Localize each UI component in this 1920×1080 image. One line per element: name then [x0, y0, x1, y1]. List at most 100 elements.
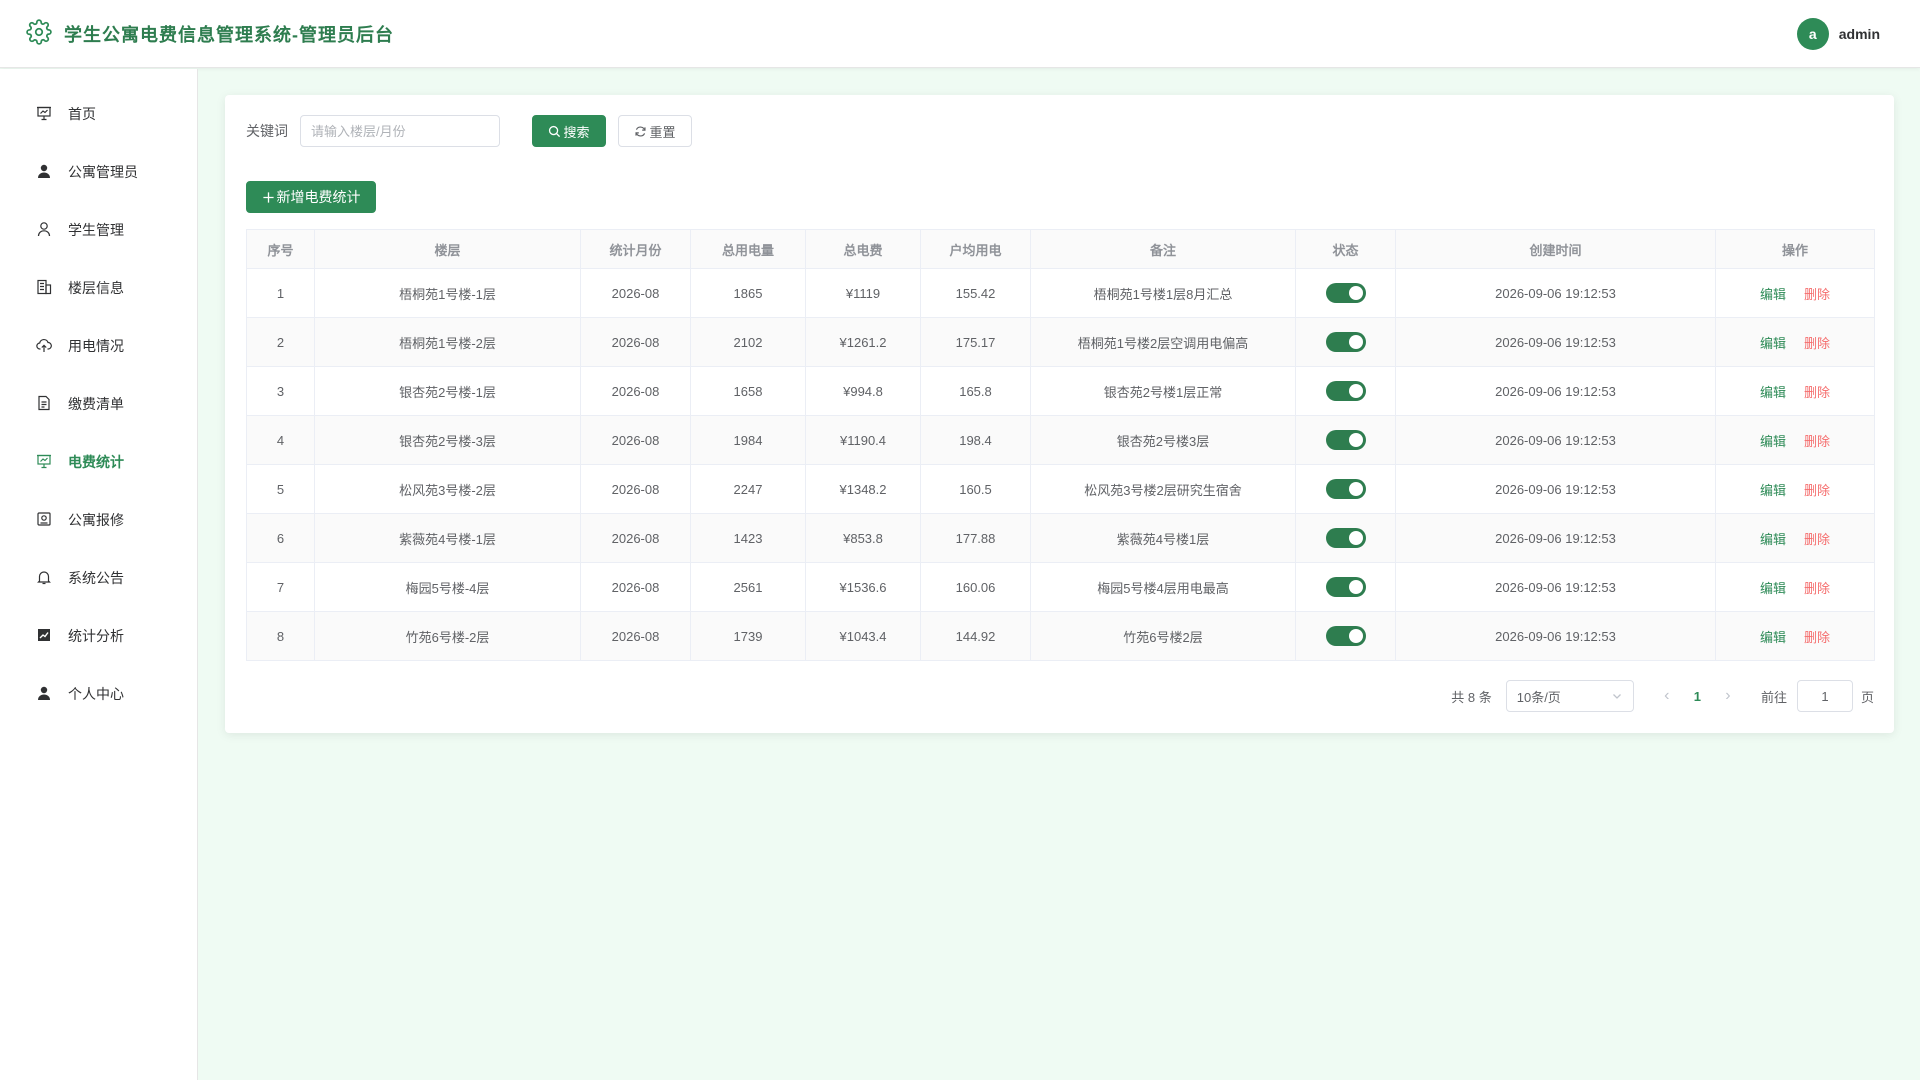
bell-icon: [36, 569, 68, 588]
page-size-select[interactable]: 10条/页: [1505, 680, 1634, 712]
search-button[interactable]: 搜索: [532, 115, 606, 147]
edit-button[interactable]: 编辑: [1760, 532, 1786, 547]
table-cell-actions: 编辑 删除: [1715, 366, 1875, 416]
prev-page-button[interactable]: ‹: [1658, 687, 1676, 705]
sidebar-item-announcements[interactable]: 系统公告: [0, 549, 197, 607]
search-button-label: 搜索: [563, 124, 590, 140]
column-header: 状态: [1295, 229, 1396, 269]
plus-icon: [262, 191, 274, 203]
edit-button[interactable]: 编辑: [1760, 630, 1786, 645]
keyword-search-input[interactable]: [300, 115, 500, 147]
goto-page-input[interactable]: [1796, 680, 1853, 712]
sidebar-item-electricity-usage[interactable]: 用电情况: [0, 317, 197, 375]
table-cell-created: 2026-09-06 19:12:53: [1395, 562, 1716, 612]
table-cell-note: 梅园5号楼4层用电最高: [1030, 562, 1296, 612]
table-cell-status: [1295, 513, 1396, 563]
app-title: 学生公寓电费信息管理系统-管理员后台: [64, 24, 394, 45]
delete-button[interactable]: 删除: [1804, 483, 1830, 498]
column-header: 户均用电: [920, 229, 1031, 269]
sidebar-item-students[interactable]: 学生管理: [0, 201, 197, 259]
status-toggle[interactable]: [1325, 332, 1366, 352]
edit-button[interactable]: 编辑: [1760, 581, 1786, 596]
building-icon: [36, 279, 68, 298]
table-cell-created: 2026-09-06 19:12:53: [1395, 513, 1716, 563]
delete-button[interactable]: 删除: [1804, 336, 1830, 351]
reset-button-label: 重置: [649, 124, 676, 140]
table-cell-note: 梧桐苑1号楼2层空调用电偏高: [1030, 317, 1296, 367]
table-cell-note: 银杏苑2号楼1层正常: [1030, 366, 1296, 416]
table-cell-actions: 编辑 删除: [1715, 562, 1875, 612]
sidebar-item-label: 公寓报修: [68, 512, 124, 528]
sidebar-item-payments[interactable]: 缴费清单: [0, 375, 197, 433]
column-header: 统计月份: [580, 229, 691, 269]
dashboard-icon: [36, 105, 68, 124]
user-menu[interactable]: a admin: [1796, 18, 1880, 50]
edit-button[interactable]: 编辑: [1760, 434, 1786, 449]
table-cell-avg: 198.4: [920, 415, 1031, 465]
avatar[interactable]: a: [1796, 18, 1829, 50]
page-suffix-label: 页: [1860, 689, 1874, 705]
sidebar-item-profile[interactable]: 个人中心: [0, 665, 197, 723]
sidebar-item-home[interactable]: 首页: [0, 85, 197, 143]
table-cell-status: [1295, 464, 1396, 514]
table-cell-fee: ¥1119: [805, 268, 921, 318]
table-cell-floor: 梅园5号楼-4层: [314, 562, 581, 612]
sidebar-item-label: 楼层信息: [68, 280, 124, 296]
sidebar-item-analytics[interactable]: 统计分析: [0, 607, 197, 665]
status-toggle[interactable]: [1325, 626, 1366, 646]
delete-button[interactable]: 删除: [1804, 581, 1830, 596]
edit-button[interactable]: 编辑: [1760, 336, 1786, 351]
delete-button[interactable]: 删除: [1804, 287, 1830, 302]
sidebar-item-label: 统计分析: [68, 628, 124, 644]
page-size-value: 10条/页: [1516, 689, 1561, 705]
table-cell-kwh: 2102: [690, 317, 806, 367]
add-fee-statistic-button[interactable]: 新增电费统计: [246, 181, 376, 213]
sidebar-item-label: 用电情况: [68, 338, 124, 354]
delete-button[interactable]: 删除: [1804, 532, 1830, 547]
status-toggle[interactable]: [1325, 381, 1366, 401]
table-cell-note: 松风苑3号楼2层研究生宿舍: [1030, 464, 1296, 514]
table-cell-status: [1295, 366, 1396, 416]
reset-button[interactable]: 重置: [618, 115, 692, 147]
sidebar-item-apartment-admin[interactable]: 公寓管理员: [0, 143, 197, 201]
table-cell-no: 6: [246, 513, 315, 563]
table-cell-created: 2026-09-06 19:12:53: [1395, 611, 1716, 661]
delete-button[interactable]: 删除: [1804, 434, 1830, 449]
table-cell-created: 2026-09-06 19:12:53: [1395, 268, 1716, 318]
edit-button[interactable]: 编辑: [1760, 483, 1786, 498]
status-toggle[interactable]: [1325, 479, 1366, 499]
table-cell-avg: 160.5: [920, 464, 1031, 514]
table-cell-kwh: 2561: [690, 562, 806, 612]
next-page-button[interactable]: ›: [1719, 687, 1737, 705]
sidebar-item-floors[interactable]: 楼层信息: [0, 259, 197, 317]
table-cell-month: 2026-08: [580, 464, 691, 514]
table-cell-actions: 编辑 删除: [1715, 415, 1875, 465]
edit-button[interactable]: 编辑: [1760, 287, 1786, 302]
sidebar-item-fee-statistics[interactable]: 电费统计: [0, 433, 197, 491]
goto-label: 前往: [1760, 689, 1787, 705]
table-row: 5 松风苑3号楼-2层 2026-08 2247 ¥1348.2 160.5 松风苑3号楼2…: [246, 464, 1875, 514]
status-toggle[interactable]: [1325, 528, 1366, 548]
repair-icon: [36, 511, 68, 530]
table-cell-month: 2026-08: [580, 611, 691, 661]
sidebar-item-repairs[interactable]: 公寓报修: [0, 491, 197, 549]
status-toggle[interactable]: [1325, 283, 1366, 303]
page-number-current[interactable]: 1: [1694, 689, 1701, 704]
delete-button[interactable]: 删除: [1804, 630, 1830, 645]
status-toggle[interactable]: [1325, 577, 1366, 597]
table-cell-no: 5: [246, 464, 315, 514]
status-toggle[interactable]: [1325, 430, 1366, 450]
delete-button[interactable]: 删除: [1804, 385, 1830, 400]
search-icon: [549, 125, 561, 137]
table-cell-status: [1295, 317, 1396, 367]
refresh-icon: [635, 125, 647, 137]
table-row: 3 银杏苑2号楼-1层 2026-08 1658 ¥994.8 165.8 银杏苑2号楼1层…: [246, 366, 1875, 416]
edit-button[interactable]: 编辑: [1760, 385, 1786, 400]
table-cell-actions: 编辑 删除: [1715, 464, 1875, 514]
search-bar: 关键词 搜索 重置: [246, 115, 692, 147]
table-row: 1 梧桐苑1号楼-1层 2026-08 1865 ¥1119 155.42 梧桐苑1号楼1层…: [246, 268, 1875, 318]
table-cell-no: 3: [246, 366, 315, 416]
username[interactable]: admin: [1839, 26, 1880, 42]
top-header: 学生公寓电费信息管理系统-管理员后台 a admin: [0, 0, 1920, 68]
column-header: 操作: [1715, 229, 1875, 269]
